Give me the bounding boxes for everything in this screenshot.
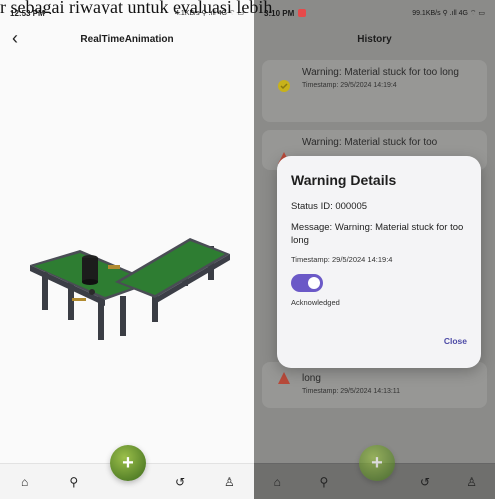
profile-icon[interactable]: ♙ bbox=[461, 471, 483, 493]
page-title: History bbox=[357, 33, 392, 45]
history-timestamp: Timestamp: 29/5/2024 14:19:4 bbox=[302, 82, 397, 89]
history-icon[interactable]: ↺ bbox=[414, 471, 436, 493]
history-message: Warning: Material stuck for too long bbox=[302, 67, 459, 78]
dialog-timestamp: Timestamp: 29/5/2024 14:19:4 bbox=[291, 255, 393, 264]
toggle-knob bbox=[308, 277, 320, 289]
acknowledged-toggle[interactable] bbox=[291, 274, 323, 292]
left-screen: 12:53 PM 4.1KB/s ⚲ .ıll 4G ⌔ ▭ ‹ RealTim… bbox=[0, 0, 254, 499]
right-screen: 3:10 PM 99.1KB/s ⚲ .ıll 4G ⌔ ▭ History W… bbox=[254, 0, 495, 499]
history-message: Warning: Material stuck for too bbox=[302, 137, 438, 148]
add-button[interactable]: + bbox=[359, 445, 395, 481]
page-title: RealTimeAnimation bbox=[80, 33, 174, 45]
warning-icon bbox=[278, 372, 290, 384]
history-item[interactable]: long Timestamp: 29/5/2024 14:13:11 bbox=[262, 362, 487, 408]
home-icon[interactable]: ⌂ bbox=[266, 471, 288, 493]
add-button[interactable]: + bbox=[110, 445, 146, 481]
conveyor-3d-animation bbox=[30, 238, 230, 340]
history-item[interactable]: Warning: Material stuck for too long Tim… bbox=[262, 60, 487, 122]
history-timestamp: Timestamp: 29/5/2024 14:13:11 bbox=[302, 388, 401, 395]
history-icon[interactable]: ↺ bbox=[169, 471, 191, 493]
app-bar: ‹ RealTimeAnimation bbox=[0, 26, 254, 52]
home-icon[interactable]: ⌂ bbox=[14, 471, 36, 493]
caption-text: r sebagai riwayat untuk evaluasi lebih bbox=[0, 0, 273, 14]
history-message: long bbox=[302, 373, 321, 384]
profile-icon[interactable]: ♙ bbox=[218, 471, 240, 493]
dialog-message: Message: Warning: Material stuck for too… bbox=[291, 222, 464, 246]
warning-details-dialog: Warning Details Status ID: 000005 Messag… bbox=[277, 156, 481, 368]
location-icon[interactable]: ⚲ bbox=[63, 471, 85, 493]
status-id: Status ID: 000005 bbox=[291, 201, 368, 212]
location-icon[interactable]: ⚲ bbox=[313, 471, 335, 493]
dialog-title: Warning Details bbox=[291, 172, 397, 188]
close-button[interactable]: Close bbox=[444, 336, 467, 346]
acknowledged-label: Acknowledged bbox=[291, 298, 340, 307]
app-bar: History bbox=[254, 26, 495, 52]
check-circle-icon bbox=[278, 80, 290, 92]
back-arrow-icon[interactable]: ‹ bbox=[12, 28, 18, 48]
